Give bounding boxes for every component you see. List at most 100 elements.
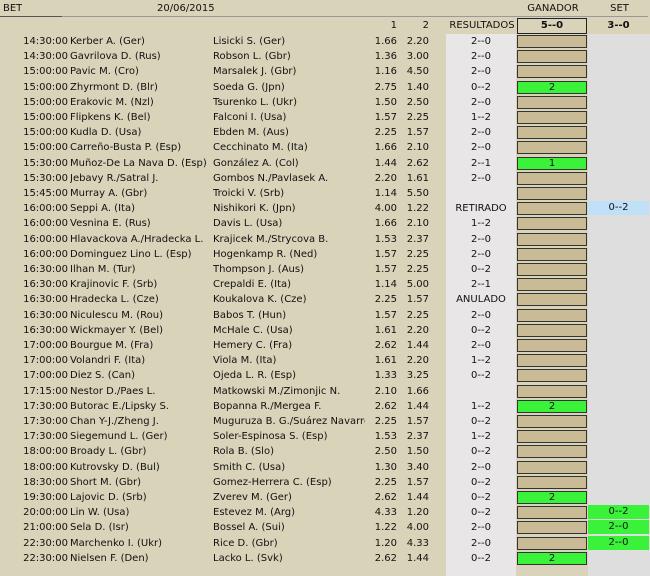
ganador-cell[interactable]: [517, 506, 587, 520]
set-cell[interactable]: 2--0: [588, 520, 649, 535]
sheet-header: BET 20/06/2015 GANADOR SET 1 2 RESULTADO…: [0, 0, 650, 34]
odds2-value: 1.22: [406, 203, 429, 215]
odds1-value: 1.53: [374, 233, 397, 245]
result-value: 0--2: [471, 476, 491, 488]
match-time: 15:30:00: [23, 157, 68, 169]
ganador-cell[interactable]: [517, 475, 587, 489]
set-cell[interactable]: 0--2: [588, 201, 649, 216]
odds2-value: 1.44: [406, 340, 429, 351]
odds2-value: 2.25: [406, 264, 429, 275]
ganador-cell[interactable]: [517, 202, 587, 216]
player2-name: McHale C. (Usa): [213, 324, 293, 336]
ganador-cell[interactable]: [517, 536, 587, 550]
ganador-cell[interactable]: [517, 278, 587, 292]
player2-name: Thompson J. (Aus): [213, 264, 304, 275]
ganador-cell[interactable]: [517, 354, 587, 368]
ganador-cell[interactable]: 1: [517, 156, 587, 170]
player1-name: Hlavackova A./Hradecka L.: [70, 233, 204, 245]
ganador-cell[interactable]: [517, 460, 587, 474]
player1-name: Lajovic D. (Srb): [70, 492, 147, 503]
table-row: 18:00:00 Kutrovsky D. (Bul) Smith C. (Usa)…: [0, 460, 650, 475]
player2-name: Zverev M. (Ger): [213, 492, 292, 503]
ganador-cell[interactable]: [517, 415, 587, 428]
ganador-cell[interactable]: [517, 247, 587, 261]
result-value: 2--0: [471, 172, 491, 184]
ganador-cell[interactable]: [517, 263, 587, 276]
ganador-cell[interactable]: [517, 95, 587, 109]
odds1-value: 1.57: [374, 264, 397, 275]
ganador-cell[interactable]: [517, 141, 587, 155]
set-cell[interactable]: 0--2: [588, 505, 649, 520]
result-value: 0--2: [471, 416, 491, 427]
header-underline-left: [0, 16, 62, 17]
odds2-value: 1.61: [406, 172, 429, 184]
table-row: 14:30:00 Kerber A. (Ger) Lisicki S. (Ger) 1…: [0, 34, 650, 49]
ganador-cell[interactable]: [517, 111, 587, 124]
set-cell[interactable]: 2--0: [588, 535, 649, 550]
ganador-cell[interactable]: 2: [517, 551, 587, 565]
table-row: 17:00:00 Bourgue M. (Fra) Hemery C. (Fra) 2…: [0, 338, 650, 353]
table-row: 16:00:00 Hlavackova A./Hradecka L. Krajice…: [0, 232, 650, 247]
player1-name: Murray A. (Gbr): [70, 188, 148, 199]
table-row: 18:30:00 Short M. (Gbr) Gomez-Herrera C. (…: [0, 475, 650, 490]
ganador-cell[interactable]: [517, 187, 587, 200]
player1-name: Muñoz-De La Nava D. (Esp): [70, 157, 207, 169]
table-row: 17:00:00 Diez S. (Can) Ojeda L. R. (Esp) 1.…: [0, 368, 650, 383]
table-row: 16:00:00 Dominguez Lino L. (Esp) Hogenkamp…: [0, 247, 650, 262]
odds2-value: 1.57: [406, 476, 429, 488]
ganador-cell[interactable]: [517, 339, 587, 352]
ganador-cell[interactable]: [517, 65, 587, 79]
table-row: 15:30:00 Muñoz-De La Nava D. (Esp) Gonzále…: [0, 156, 650, 171]
ganador-cell[interactable]: [517, 369, 587, 383]
result-value: ANULADO: [456, 294, 506, 306]
odds2-value: 3.00: [406, 51, 429, 63]
ganador-cell[interactable]: [517, 35, 587, 48]
odds1-value: 1.61: [374, 324, 397, 336]
table-row: 17:15:00 Nestor D./Paes L. Matkowski M./Zi…: [0, 384, 650, 399]
ganador-cell[interactable]: [517, 126, 587, 140]
result-value: 1--2: [471, 355, 491, 367]
ganador-cell[interactable]: [517, 171, 587, 185]
match-time: 18:00:00: [23, 461, 68, 473]
player1-name: Vesnina E. (Rus): [70, 218, 151, 230]
odds2-value: 4.00: [406, 522, 429, 534]
player2-name: Koukalova K. (Cze): [213, 294, 307, 306]
table-row: 15:00:00 Zhyrmont D. (Blr) Soeda G. (Jpn) 2…: [0, 80, 650, 95]
ganador-cell[interactable]: 2: [517, 399, 587, 413]
odds1-value: 2.62: [374, 340, 397, 351]
match-time: 16:30:00: [23, 309, 68, 321]
ganador-cell[interactable]: [517, 521, 587, 535]
player1-name: Krajinovic F. (Srb): [70, 279, 158, 291]
ganador-cell[interactable]: [517, 430, 587, 444]
table-row: 17:30:00 Siegemund L. (Ger) Soler-Espinosa…: [0, 429, 650, 444]
table-row: 15:00:00 Pavic M. (Cro) Marsalek J. (Gbr) 1…: [0, 64, 650, 79]
odds2-value: 5.00: [406, 279, 429, 291]
player2-name: Muguruza B. G./Suárez Navarro C.: [213, 416, 365, 427]
match-time: 22:30:00: [23, 552, 68, 564]
result-value: 0--2: [471, 446, 491, 458]
ganador-cell[interactable]: [517, 232, 587, 246]
odds1-value: 1.57: [374, 112, 397, 123]
odds2-value: 1.66: [406, 385, 429, 397]
player1-name: Broady L. (Gbr): [70, 446, 147, 458]
odds1-value: 1.61: [374, 355, 397, 367]
ganador-cell[interactable]: 2: [517, 80, 587, 94]
ganador-cell[interactable]: [517, 293, 587, 307]
odds1-value: 2.62: [374, 492, 397, 503]
match-time: 17:15:00: [23, 385, 68, 397]
table-row: 17:30:00 Butorac E./Lipsky S. Bopanna R./M…: [0, 399, 650, 414]
ganador-label: GANADOR: [527, 3, 579, 14]
player1-name: Kudla D. (Usa): [70, 127, 142, 139]
odds2-value: 4.50: [406, 66, 429, 78]
ganador-cell[interactable]: [517, 445, 587, 459]
ganador-cell[interactable]: [517, 323, 587, 337]
player1-name: Sela D. (Isr): [70, 522, 129, 534]
ganador-cell[interactable]: [517, 308, 587, 322]
odds1-value: 1.14: [374, 188, 397, 199]
result-value: 2--0: [471, 537, 491, 549]
ganador-cell[interactable]: 2: [517, 491, 587, 504]
ganador-cell[interactable]: [517, 217, 587, 231]
player2-name: Bopanna R./Mergea F.: [213, 400, 322, 412]
ganador-cell[interactable]: [517, 50, 587, 64]
ganador-cell[interactable]: [517, 384, 587, 398]
